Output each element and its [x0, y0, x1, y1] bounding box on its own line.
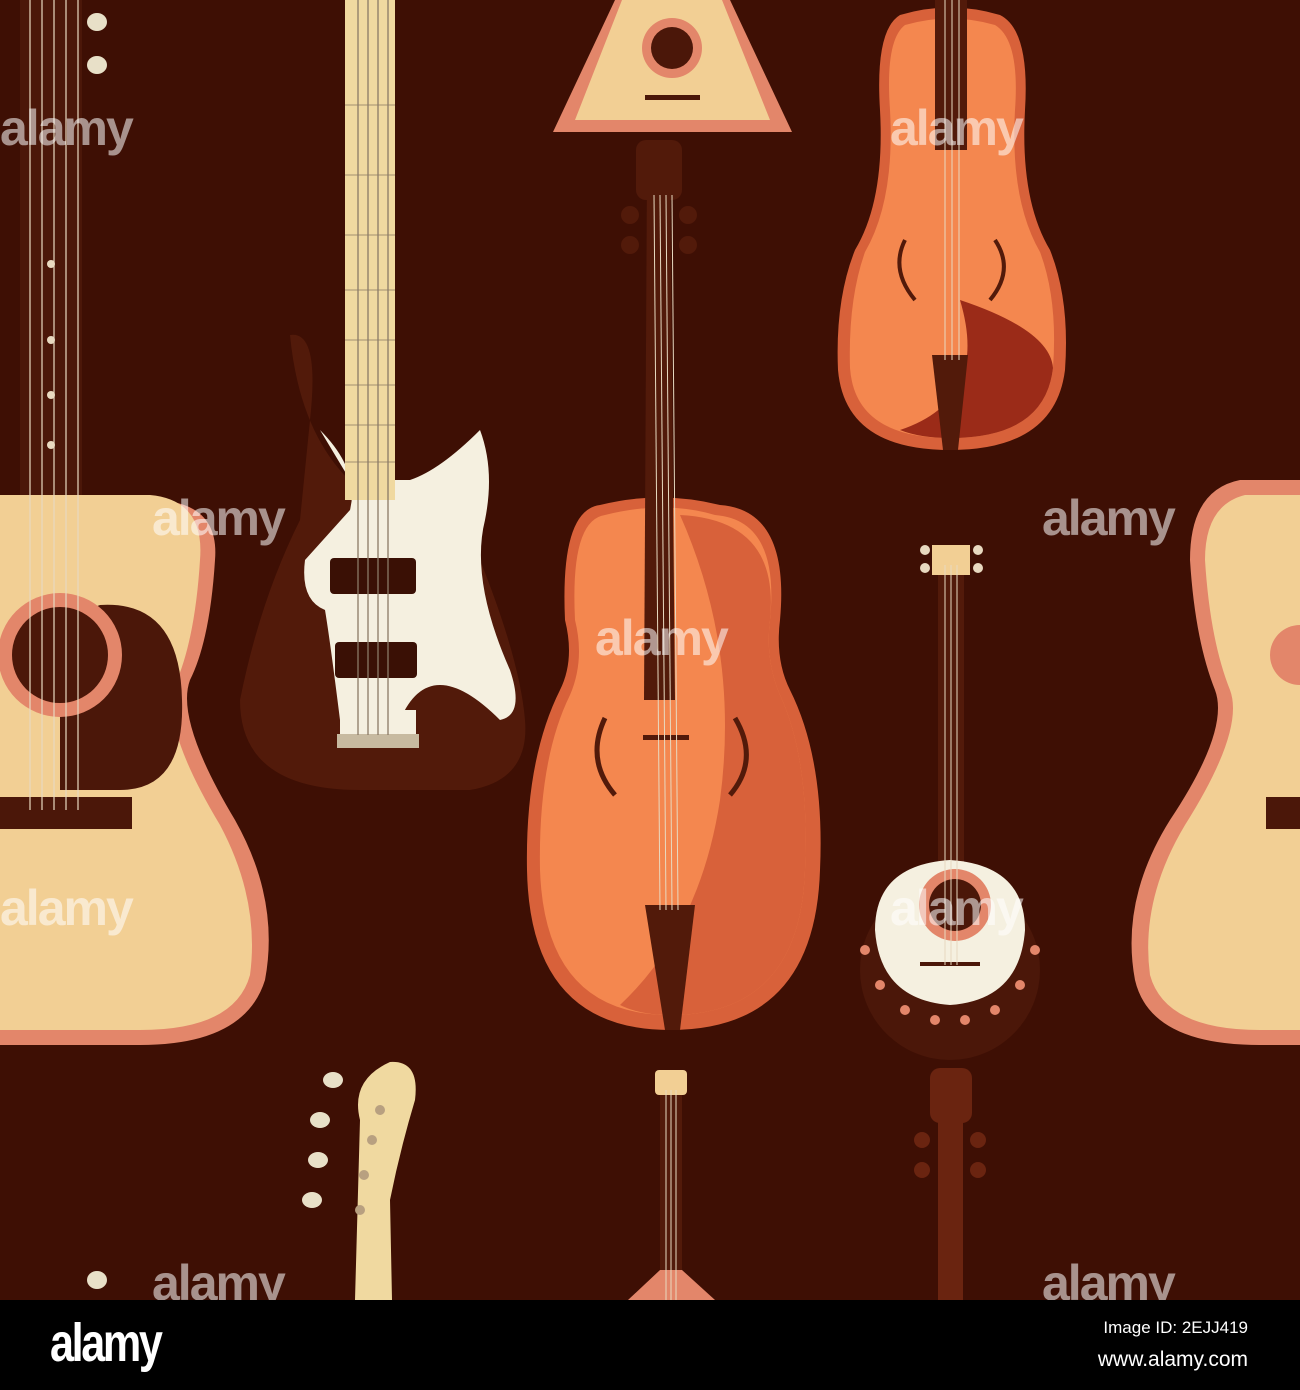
instrument-pattern-illustration: alamy alamy alamy alamy alamy alamy alam…: [0, 0, 1300, 1300]
alamy-logo: alamy: [50, 1313, 163, 1373]
svg-text:alamy: alamy: [890, 100, 1024, 156]
svg-text:alamy: alamy: [152, 490, 286, 546]
svg-text:alamy: alamy: [1042, 490, 1176, 546]
image-id: Image ID: 2EJJ419: [1103, 1318, 1248, 1337]
svg-text:alamy: alamy: [890, 880, 1024, 936]
svg-text:alamy: alamy: [0, 100, 134, 156]
svg-text:alamy: alamy: [152, 1255, 286, 1300]
website-link[interactable]: www.alamy.com: [1098, 1348, 1248, 1372]
svg-text:alamy: alamy: [1042, 1255, 1176, 1300]
svg-text:alamy: alamy: [595, 610, 729, 666]
svg-text:alamy: alamy: [0, 880, 134, 936]
footer-bar: alamy Image ID: 2EJJ419 www.alamy.com: [0, 1300, 1300, 1390]
